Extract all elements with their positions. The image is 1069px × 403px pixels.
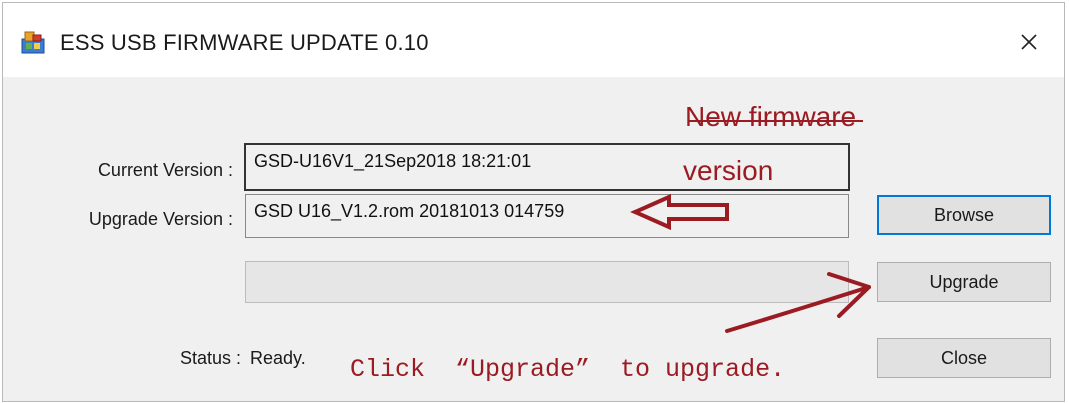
browse-button[interactable]: Browse [877, 195, 1051, 235]
firmware-update-window: ESS USB FIRMWARE UPDATE 0.10 Current Ver… [2, 2, 1065, 402]
installer-icon [21, 31, 45, 54]
close-icon[interactable] [1014, 27, 1044, 57]
annotation-new-firmware-line2: version [683, 155, 774, 186]
status-value: Ready. [250, 348, 306, 368]
status-label: Status : [179, 348, 241, 368]
close-button[interactable]: Close [877, 338, 1051, 378]
annotation-new-firmware-line1: New firmware [685, 101, 857, 132]
progress-bar [245, 261, 849, 303]
current-version-label: Current Version : [97, 160, 233, 180]
title-bar: ESS USB FIRMWARE UPDATE 0.10 [3, 3, 1064, 77]
upgrade-version-label: Upgrade Version : [88, 209, 233, 229]
upgrade-button[interactable]: Upgrade [877, 262, 1051, 302]
annotation-click-upgrade-hint: Click “Upgrade” to upgrade. [350, 355, 786, 384]
upgrade-version-field[interactable]: GSD U16_V1.2.rom 20181013 014759 [245, 194, 849, 238]
window-title: ESS USB FIRMWARE UPDATE 0.10 [60, 30, 429, 55]
